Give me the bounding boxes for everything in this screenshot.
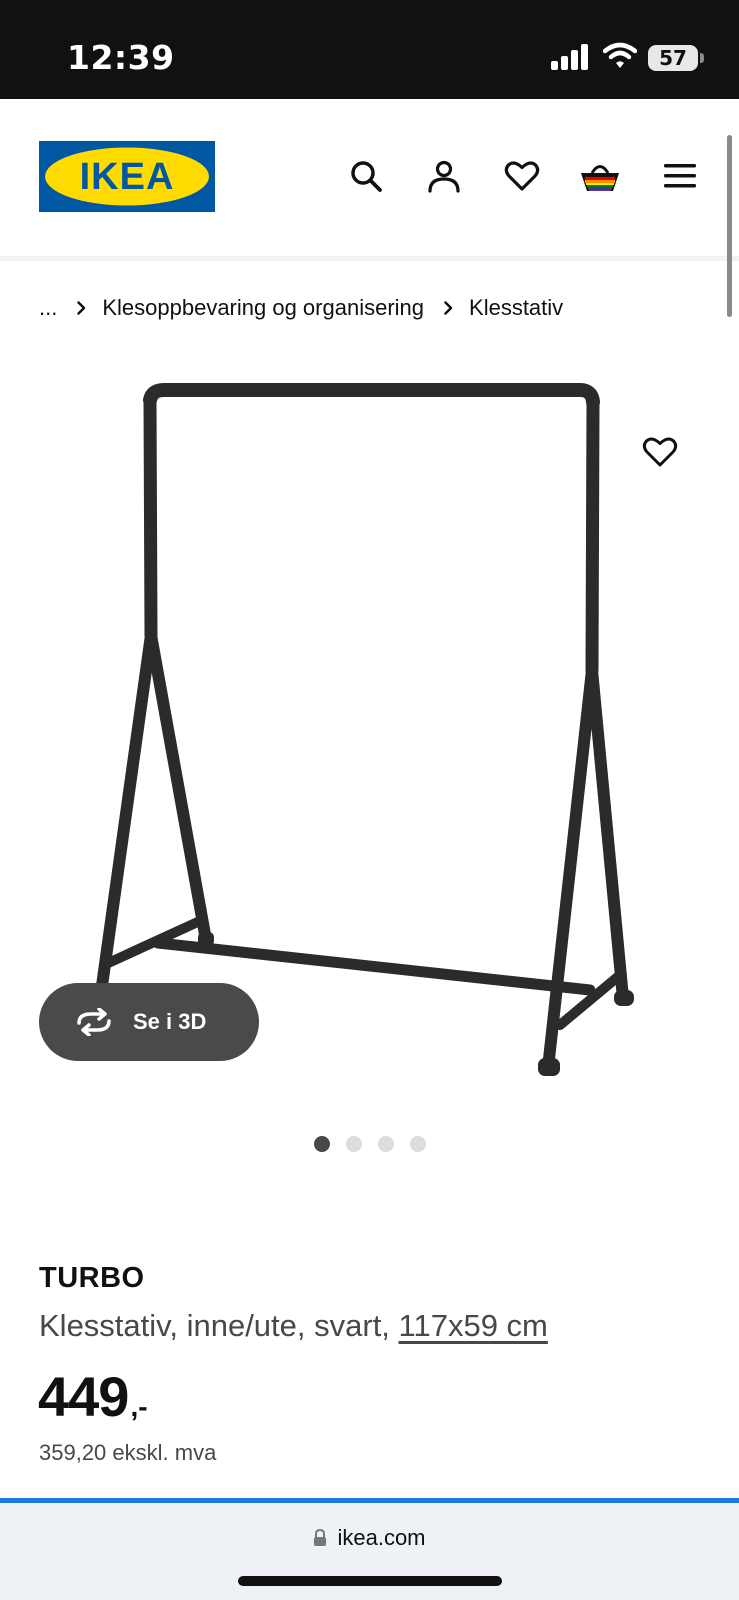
- product-description-text: Klesstativ, inne/ute, svart,: [39, 1308, 399, 1343]
- browser-address-bar[interactable]: ikea.com: [0, 1503, 739, 1600]
- gallery-dot-4[interactable]: [410, 1136, 426, 1152]
- search-button[interactable]: [346, 156, 386, 196]
- account-icon: [428, 160, 460, 193]
- site-header: IKEA: [0, 99, 739, 257]
- account-button[interactable]: [424, 156, 464, 196]
- gallery-dot-3[interactable]: [378, 1136, 394, 1152]
- chevron-right-icon: [77, 301, 86, 315]
- battery-tip: [700, 53, 704, 63]
- basket-icon: [581, 165, 619, 191]
- breadcrumb-ellipsis[interactable]: ...: [39, 295, 57, 321]
- heart-icon: [504, 161, 540, 191]
- basket-button[interactable]: [580, 156, 620, 196]
- scrollbar[interactable]: [727, 135, 732, 317]
- chevron-right-icon: [444, 301, 453, 315]
- breadcrumb-item-clothes-racks[interactable]: Klesstativ: [469, 295, 563, 321]
- lock-icon: [313, 1529, 327, 1547]
- product-description: Klesstativ, inne/ute, svart, 117x59 cm: [39, 1308, 548, 1344]
- gallery-pagination: [314, 1136, 426, 1152]
- product-size-link[interactable]: 117x59 cm: [399, 1308, 548, 1343]
- url-field[interactable]: ikea.com: [0, 1525, 739, 1551]
- price-amount: 449: [38, 1365, 129, 1428]
- menu-button[interactable]: [660, 156, 700, 196]
- see-in-3d-button[interactable]: Se i 3D: [39, 983, 259, 1061]
- cellular-signal-icon: [551, 44, 588, 70]
- header-divider: [0, 256, 739, 261]
- heart-icon: [642, 437, 678, 467]
- status-time: 12:39: [67, 38, 175, 77]
- home-indicator[interactable]: [238, 1576, 502, 1586]
- gallery-dot-1[interactable]: [314, 1136, 330, 1152]
- add-to-favourites-button[interactable]: [638, 432, 682, 472]
- url-text: ikea.com: [337, 1525, 426, 1550]
- product-name: TURBO: [39, 1262, 145, 1294]
- price-excluding-vat: 359,20 ekskl. mva: [39, 1440, 217, 1465]
- wifi-icon: [603, 42, 637, 68]
- see-in-3d-label: Se i 3D: [133, 1009, 207, 1034]
- breadcrumb: ... Klesoppbevaring og organisering Kles…: [39, 290, 563, 326]
- breadcrumb-item-clothes-storage[interactable]: Klesoppbevaring og organisering: [102, 295, 424, 321]
- rotate-3d-icon: [73, 1008, 115, 1036]
- status-bar: 12:39 57: [0, 0, 739, 99]
- price: 449 ,-: [38, 1364, 148, 1429]
- search-icon: [351, 161, 382, 192]
- logo-text: IKEA: [80, 156, 175, 198]
- favourites-button[interactable]: [502, 156, 542, 196]
- price-suffix: ,-: [130, 1391, 148, 1422]
- battery-indicator: 57: [648, 45, 698, 71]
- ikea-logo[interactable]: IKEA: [39, 141, 215, 212]
- gallery-dot-2[interactable]: [346, 1136, 362, 1152]
- menu-icon: [664, 164, 696, 188]
